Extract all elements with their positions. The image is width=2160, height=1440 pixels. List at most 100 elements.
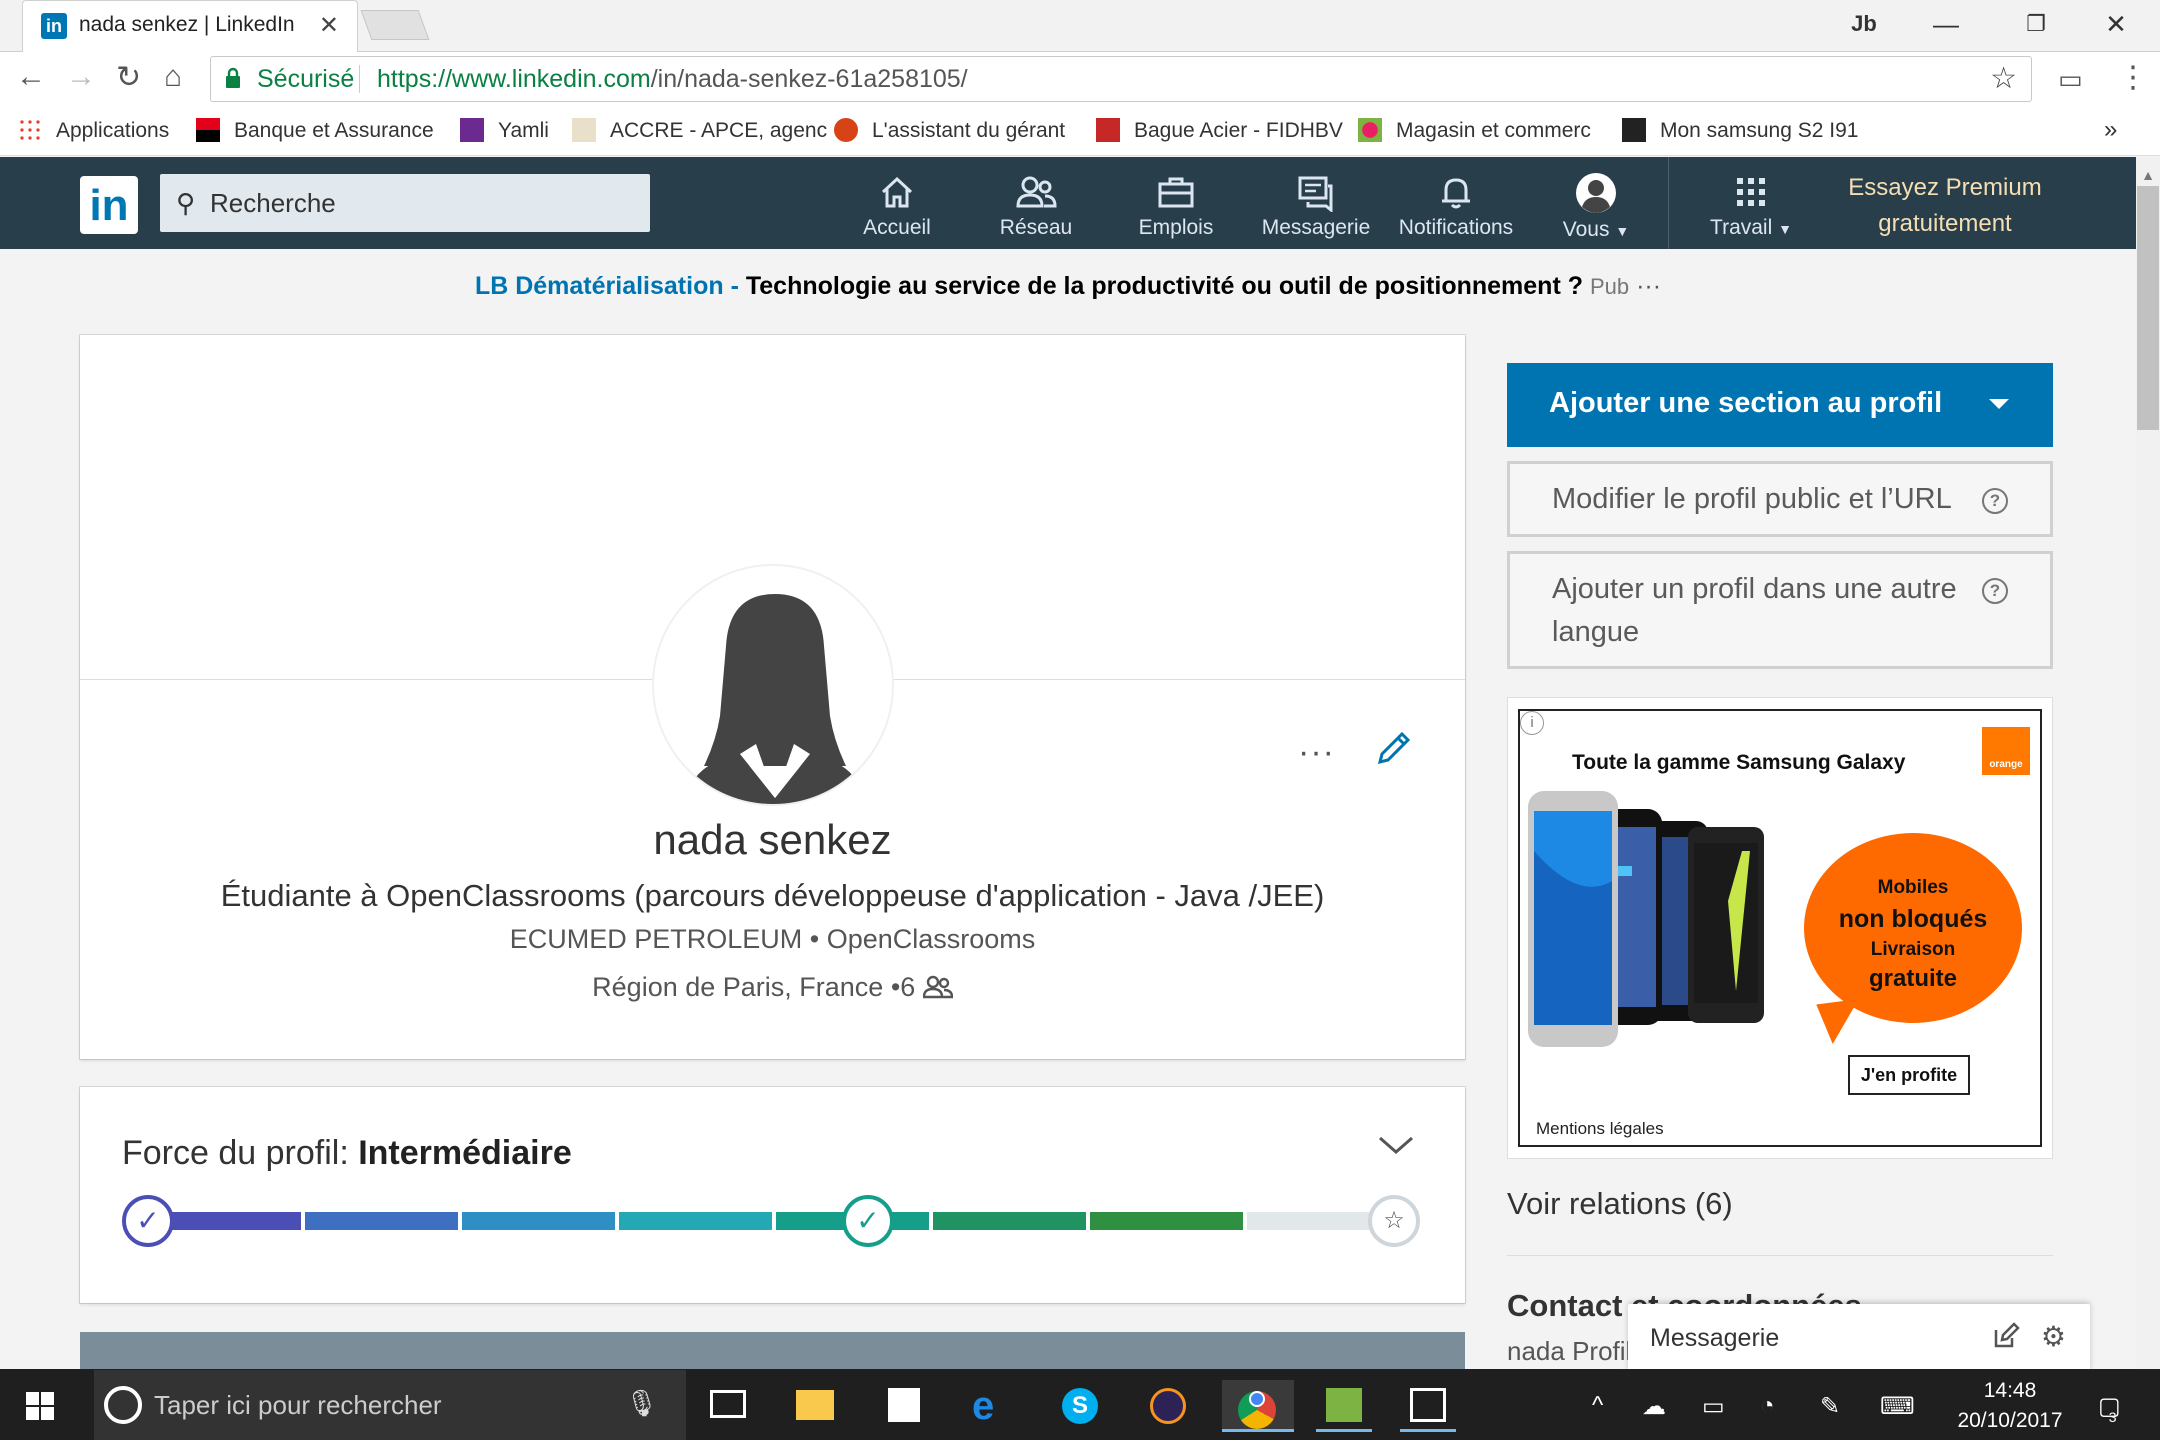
windows-start-icon[interactable] xyxy=(26,1392,54,1420)
home-page-icon[interactable]: ⌂ xyxy=(164,60,182,94)
new-tab-button[interactable] xyxy=(360,10,430,40)
rail-divider xyxy=(1507,1255,2053,1256)
battery-icon[interactable]: ▭ xyxy=(1702,1392,1725,1421)
bookmark-star-icon[interactable]: ☆ xyxy=(1990,61,2017,96)
url-path: /in/nada-senkez-61a258105/ xyxy=(650,65,968,93)
sponsored-text: Technologie au service de la productivit… xyxy=(745,272,1583,300)
premium-link[interactable]: Essayez Premium gratuitement xyxy=(1830,170,2060,242)
sponsored-line[interactable]: LB Dématérialisation - Technologie au se… xyxy=(0,272,2136,301)
task-view-icon[interactable] xyxy=(700,1380,756,1432)
add-section-button[interactable]: Ajouter une section au profil xyxy=(1507,363,2053,447)
bookmark-applications[interactable]: Applications xyxy=(18,118,169,143)
search-placeholder: Recherche xyxy=(210,188,336,218)
bookmark-accre[interactable]: ACCRE - APCE, agenc xyxy=(572,118,827,143)
restore-button[interactable]: ❐ xyxy=(1990,0,2082,48)
edit-public-profile-button[interactable]: Modifier le profil public et l’URL ? xyxy=(1507,461,2053,537)
lock-icon xyxy=(226,67,240,88)
photos-icon[interactable] xyxy=(1400,1380,1456,1432)
nav-home[interactable]: Accueil xyxy=(832,170,962,248)
taskbar-clock[interactable]: 14:48 20/10/2017 xyxy=(1950,1376,2070,1436)
onedrive-icon[interactable]: ☁ xyxy=(1642,1392,1666,1421)
security-label: Sécurisé xyxy=(257,65,355,93)
compose-icon[interactable] xyxy=(1992,1322,2020,1350)
nav-label: Accueil xyxy=(863,216,931,239)
search-input[interactable]: ⚲ Recherche xyxy=(160,174,650,232)
apps-grid-icon xyxy=(18,118,42,142)
scroll-up-icon[interactable]: ▲ xyxy=(2136,167,2160,183)
avatar-icon xyxy=(1576,173,1616,213)
sponsored-more-icon[interactable]: ··· xyxy=(1636,272,1661,300)
scrollbar-thumb[interactable] xyxy=(2137,186,2159,430)
settings-gear-icon[interactable]: ⚙ xyxy=(2041,1320,2066,1353)
eclipse-icon[interactable] xyxy=(1140,1380,1196,1432)
strength-label: Force du profil: Intermédiaire xyxy=(122,1134,572,1173)
address-bar[interactable]: Sécurisé https://www.linkedin.com/in/nad… xyxy=(210,56,2032,102)
add-language-profile-button[interactable]: Ajouter un profil dans une autre langue … xyxy=(1507,551,2053,669)
taskbar-search-input[interactable]: Taper ici pour rechercher 🎙 xyxy=(94,1370,686,1440)
connections-count[interactable]: •6 xyxy=(891,972,915,1002)
tab-close-icon[interactable]: ✕ xyxy=(319,11,339,40)
keyboard-icon[interactable]: ⌨ xyxy=(1880,1392,1915,1421)
minimize-button[interactable]: — xyxy=(1900,0,1992,48)
bookmarks-overflow[interactable]: » xyxy=(2104,116,2117,144)
nav-jobs[interactable]: Emplois xyxy=(1111,170,1241,248)
ad-legal-link[interactable]: Mentions légales xyxy=(1536,1119,1664,1139)
skype-icon[interactable]: S xyxy=(1052,1380,1108,1432)
action-center-icon[interactable]: ▢3 xyxy=(2098,1392,2128,1425)
back-arrow-icon[interactable]: ← xyxy=(16,60,46,94)
chrome-profile-badge[interactable]: Jb xyxy=(1818,0,1910,48)
cast-icon[interactable]: ▭ xyxy=(2058,64,2083,95)
wifi-icon[interactable]: ◔ xyxy=(1760,1392,1775,1420)
more-options-icon[interactable]: ··· xyxy=(1298,733,1335,772)
edge-icon[interactable]: e xyxy=(964,1380,1020,1432)
reload-icon[interactable]: ↻ xyxy=(116,60,141,95)
offer-line1: Mobiles xyxy=(1877,877,1949,898)
chrome-taskbar-icon[interactable] xyxy=(1222,1380,1294,1432)
nav-notifications[interactable]: Notifications xyxy=(1391,170,1521,248)
close-window-button[interactable]: ✕ xyxy=(2070,0,2160,48)
ad-cta-button[interactable]: J'en profite xyxy=(1848,1055,1970,1095)
yamli-icon xyxy=(460,118,484,142)
bookmark-yamli[interactable]: Yamli xyxy=(460,118,549,143)
help-icon[interactable]: ? xyxy=(1982,578,2008,604)
see-connections-link[interactable]: Voir relations (6) xyxy=(1507,1186,1733,1222)
notepad-app-icon[interactable] xyxy=(1316,1380,1372,1432)
store-icon[interactable] xyxy=(876,1380,932,1432)
bookmark-bague[interactable]: Bague Acier - FIDHBV xyxy=(1096,118,1343,143)
network-icon xyxy=(1016,176,1057,208)
bookmark-samsung[interactable]: Mon samsung S2 I91 xyxy=(1622,118,1858,143)
ad-info-icon[interactable]: i xyxy=(1520,711,1544,735)
pen-icon[interactable]: ✎ xyxy=(1820,1392,1840,1421)
tray-overflow-icon[interactable]: ^ xyxy=(1592,1392,1603,1420)
browser-tab[interactable]: in nada senkez | LinkedIn ✕ xyxy=(22,0,358,52)
profile-companies[interactable]: ECUMED PETROLEUM • OpenClassrooms xyxy=(80,924,1465,955)
chrome-menu-icon[interactable]: ⋮ xyxy=(2118,60,2148,95)
forward-arrow-icon[interactable]: → xyxy=(66,60,96,94)
strength-check-icon: ✓ xyxy=(842,1195,894,1247)
microphone-icon[interactable]: 🎙 xyxy=(625,1388,658,1419)
chevron-down-icon[interactable] xyxy=(1376,1130,1416,1160)
linkedin-logo[interactable]: in xyxy=(80,176,138,234)
file-explorer-icon[interactable] xyxy=(788,1380,844,1432)
taskbar-search-placeholder: Taper ici pour rechercher xyxy=(154,1390,442,1420)
contact-info-profile[interactable]: nada Profil xyxy=(1507,1336,1631,1367)
help-icon[interactable]: ? xyxy=(1982,488,2008,514)
nav-network[interactable]: Réseau xyxy=(971,170,1101,248)
strength-level: Intermédiaire xyxy=(358,1134,572,1172)
next-card-header xyxy=(80,1332,1465,1372)
bookmark-label: L'assistant du gérant xyxy=(872,119,1066,142)
nav-messaging[interactable]: Messagerie xyxy=(1251,170,1381,248)
clock-date: 20/10/2017 xyxy=(1957,1409,2063,1432)
samsung-ad-banner[interactable]: i Toute la gamme Samsung Galaxy orange M… xyxy=(1518,709,2042,1147)
bookmark-label: Mon samsung S2 I91 xyxy=(1660,119,1859,142)
bookmark-label: ACCRE - APCE, agenc xyxy=(610,119,828,142)
orange-logo: orange xyxy=(1982,727,2030,775)
edit-pencil-icon[interactable] xyxy=(1374,728,1414,768)
bookmark-assistant[interactable]: L'assistant du gérant xyxy=(834,118,1065,143)
profile-photo[interactable] xyxy=(652,564,894,806)
nav-me[interactable]: Vous ▼ xyxy=(1531,170,1661,248)
nav-work[interactable]: Travail ▼ xyxy=(1686,170,1816,248)
bookmark-magasin[interactable]: Magasin et commerc xyxy=(1358,118,1591,143)
bookmark-banque[interactable]: Banque et Assurance xyxy=(196,118,434,143)
messaging-panel[interactable]: Messagerie ⚙ xyxy=(1628,1304,2090,1372)
